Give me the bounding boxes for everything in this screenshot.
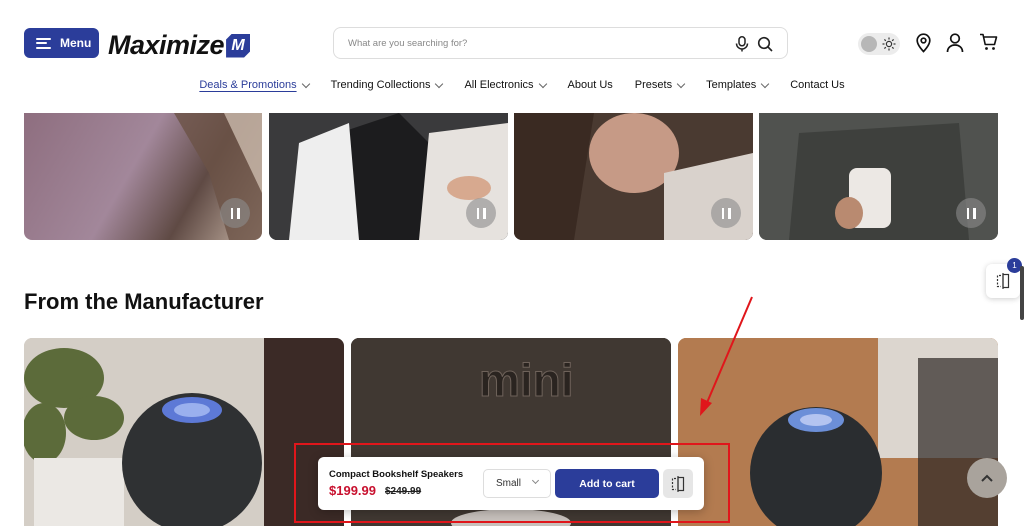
back-to-top-button[interactable]: [967, 458, 1007, 498]
annotation-highlight-box: [294, 443, 730, 523]
compare-icon: [996, 273, 1010, 289]
page: Menu Maximize M What are you searching f…: [0, 0, 1024, 526]
floating-compare-button[interactable]: 1: [986, 258, 1022, 298]
chevron-up-icon: [981, 474, 993, 482]
scrollbar[interactable]: [1020, 266, 1024, 320]
